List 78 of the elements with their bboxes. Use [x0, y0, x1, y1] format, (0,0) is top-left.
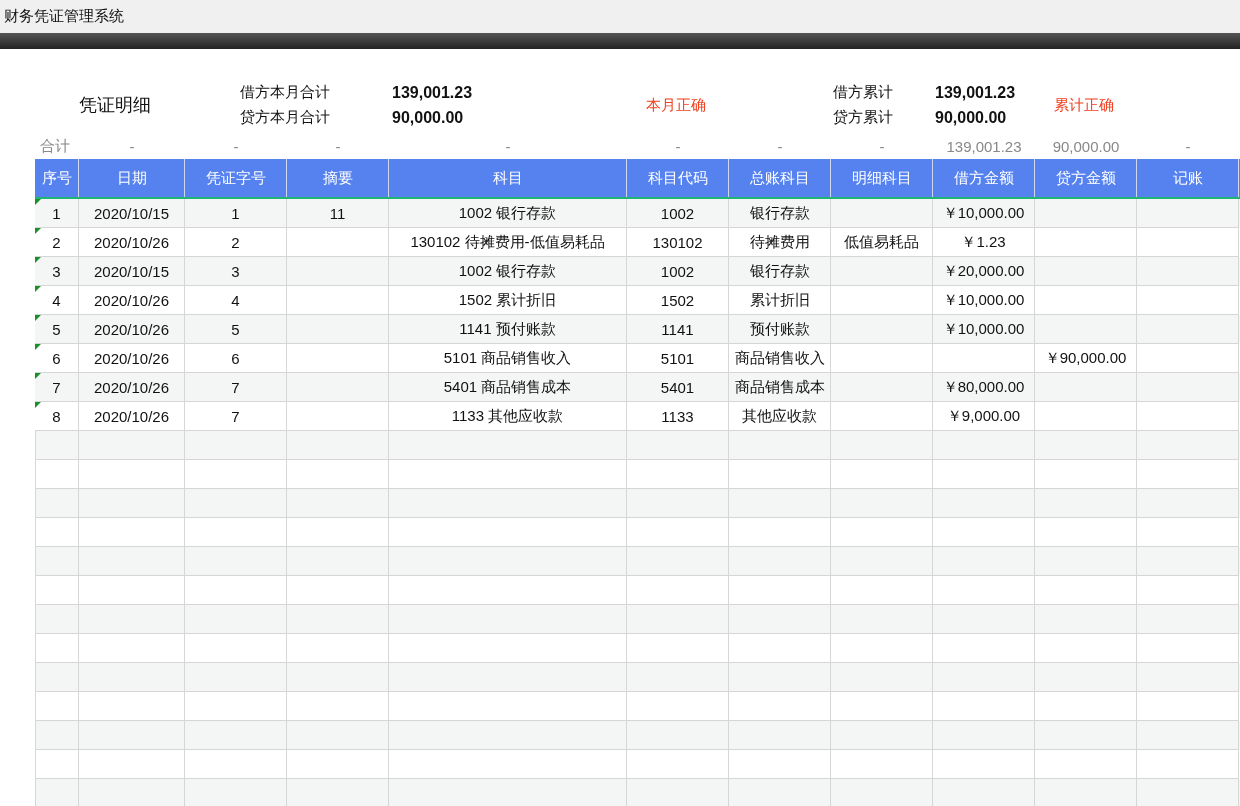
table-cell: 7	[185, 373, 287, 402]
table-cell: 11	[287, 199, 389, 228]
table-cell	[35, 663, 79, 692]
column-header[interactable]: 日期	[79, 159, 185, 197]
column-header[interactable]: 贷方金额	[1035, 159, 1137, 197]
column-header[interactable]: 明细科目	[831, 159, 933, 197]
column-header[interactable]: 序号	[35, 159, 79, 197]
corner-marker-icon	[35, 402, 41, 408]
column-header[interactable]: 科目代码	[627, 159, 729, 197]
table-cell: 5	[185, 315, 287, 344]
total-label: 贷方本月合计	[240, 108, 331, 127]
month-status: 本月正确	[645, 95, 707, 115]
table-cell: 1	[35, 199, 79, 228]
table-cell: 5401	[627, 373, 729, 402]
table-cell: 预付账款	[729, 315, 831, 344]
table-cell: 5401 商品销售成本	[389, 373, 627, 402]
total-value: 90,000.00	[392, 108, 465, 127]
total-label: 借方本月合计	[240, 83, 331, 102]
total-label: 借方累计	[833, 83, 894, 102]
column-header[interactable]: 记账	[1137, 159, 1239, 197]
table-cell: ￥80,000.00	[933, 373, 1035, 402]
table-cell: 2020/10/26	[79, 315, 185, 344]
corner-marker-icon	[35, 344, 41, 350]
totals-value: -	[878, 137, 886, 155]
table-cell: 3	[35, 257, 79, 286]
corner-marker-icon	[35, 228, 41, 234]
table-cell: 1141	[627, 315, 729, 344]
totals-value: -	[128, 137, 136, 155]
column-header[interactable]: 科目	[389, 159, 627, 197]
column-header[interactable]: 凭证字号	[185, 159, 287, 197]
table-cell: 商品销售成本	[729, 373, 831, 402]
column-header[interactable]: 借方金额	[933, 159, 1035, 197]
table-cell: 1	[185, 199, 287, 228]
total-label: 贷方累计	[833, 108, 894, 127]
cumulative-status: 累计正确	[1053, 95, 1115, 115]
table-cell	[35, 431, 79, 460]
table-cell	[35, 547, 79, 576]
table-cell: 1002 银行存款	[389, 199, 627, 228]
total-value: 90,000.00	[935, 108, 1008, 127]
table-cell: 5	[35, 315, 79, 344]
table-cell: 1002 银行存款	[389, 257, 627, 286]
corner-marker-icon	[35, 199, 41, 205]
corner-marker-icon	[35, 257, 41, 263]
column-header[interactable]: 总账科目	[729, 159, 831, 197]
table-cell: ￥10,000.00	[933, 315, 1035, 344]
table-cell: 1002	[627, 257, 729, 286]
totals-value: 90,000.00	[1051, 137, 1121, 155]
totals-label: 合计	[40, 136, 71, 156]
table-cell: 2020/10/15	[79, 257, 185, 286]
totals-value: -	[504, 137, 512, 155]
table-cell: 2020/10/15	[79, 199, 185, 228]
table-cell	[35, 779, 79, 806]
totals-value: -	[1184, 137, 1192, 155]
table-cell: ￥10,000.00	[933, 199, 1035, 228]
table-cell: 2020/10/26	[79, 373, 185, 402]
column-header[interactable]: 摘要	[287, 159, 389, 197]
total-value: 139,001.23	[392, 83, 474, 102]
table-cell: ￥20,000.00	[933, 257, 1035, 286]
table-cell: 银行存款	[729, 257, 831, 286]
totals-value: -	[334, 137, 342, 155]
table-cell: 3	[185, 257, 287, 286]
totals-value: -	[232, 137, 240, 155]
totals-value: -	[674, 137, 682, 155]
table-cell: 7	[35, 373, 79, 402]
totals-value: 139,001.23	[945, 137, 1023, 155]
table-cell	[35, 721, 79, 750]
total-value: 139,001.23	[935, 83, 1017, 102]
window-title: 财务凭证管理系统	[4, 7, 124, 26]
sheet-title: 凭证明细	[78, 94, 151, 117]
table-cell: 1141 预付账款	[389, 315, 627, 344]
table-cell	[35, 489, 79, 518]
table-cell: 银行存款	[729, 199, 831, 228]
totals-value: -	[776, 137, 784, 155]
corner-marker-icon	[35, 315, 41, 321]
corner-marker-icon	[35, 286, 41, 292]
table-cell	[35, 605, 79, 634]
table-cell: 1002	[627, 199, 729, 228]
corner-marker-icon	[35, 373, 41, 379]
